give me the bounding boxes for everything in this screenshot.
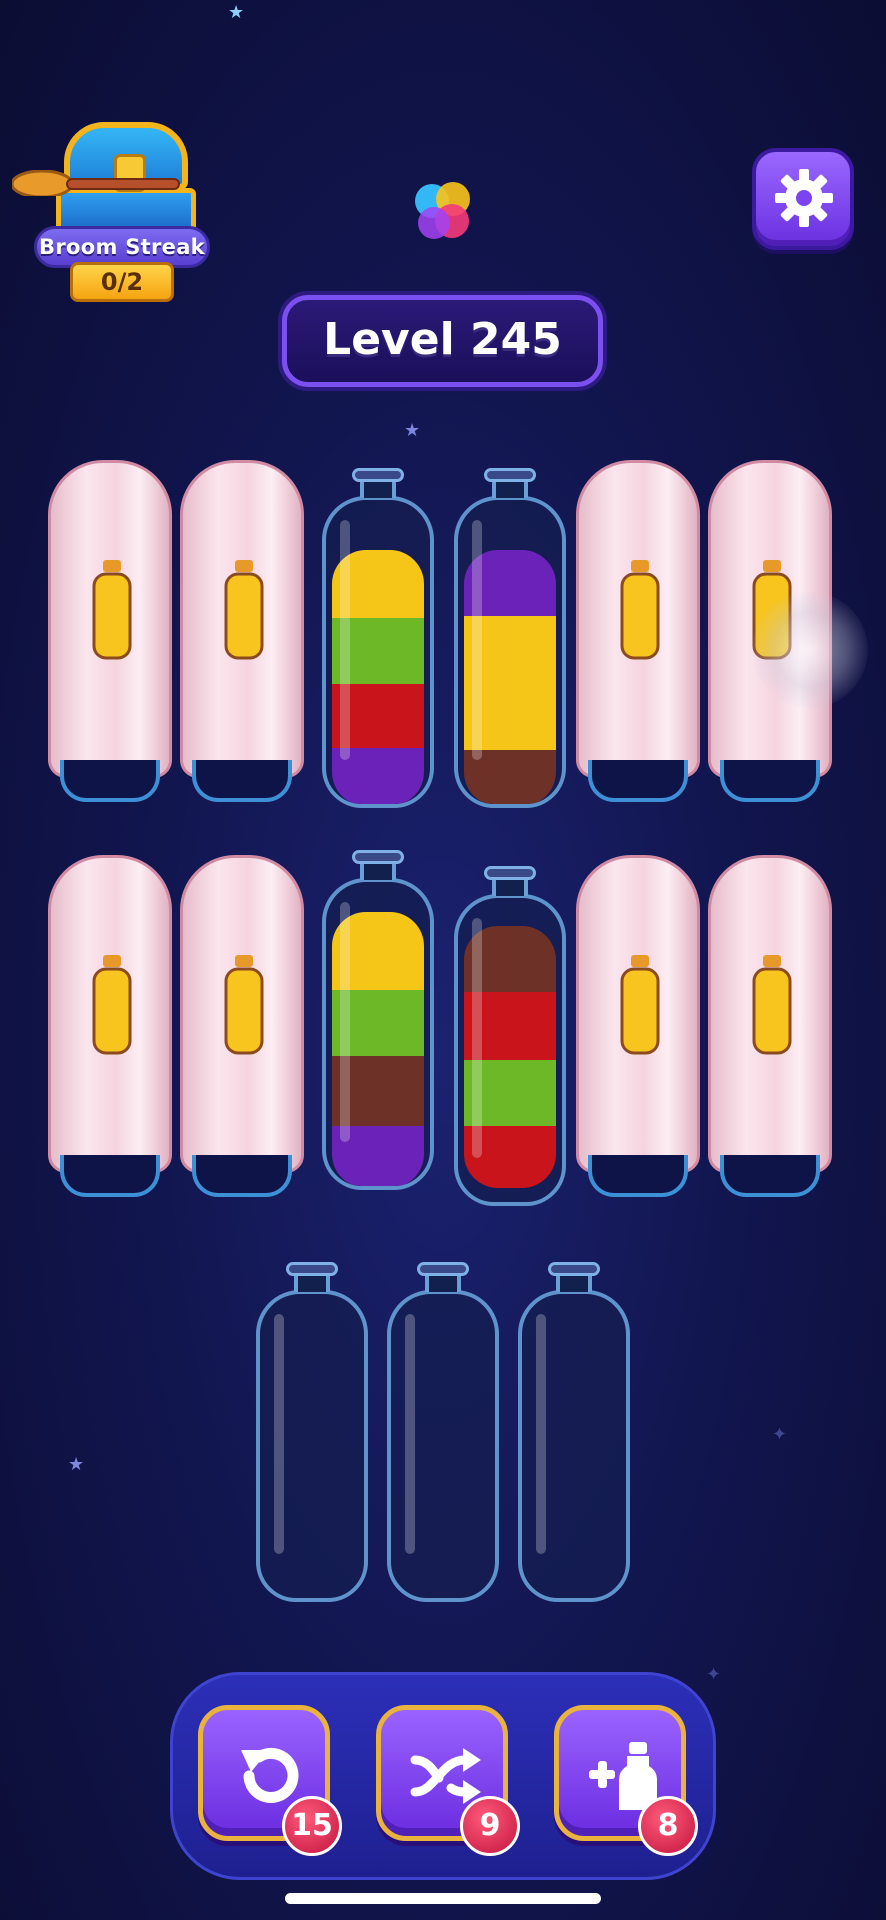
touch-indicator [752,592,868,708]
covered-bottle[interactable] [48,855,172,1200]
gear-icon [775,169,833,227]
undo-count-badge: 15 [282,1796,342,1856]
star-decoration: ★ [68,1454,85,1475]
empty-bottle[interactable] [518,1262,630,1602]
covered-bottle[interactable] [576,855,700,1200]
covered-bottle[interactable] [48,460,172,805]
potion-icon [224,955,264,1055]
covered-bottle[interactable] [576,460,700,805]
bottle-row1-3[interactable] [322,468,434,808]
star-decoration: ★ [404,420,421,441]
shuffle-count-badge: 9 [460,1796,520,1856]
potion-icon [224,560,264,660]
add-bottle-count-badge: 8 [638,1796,698,1856]
settings-button[interactable] [752,148,854,250]
potion-icon [752,955,792,1055]
star-decoration: ✦ [772,1424,788,1445]
home-indicator[interactable] [285,1893,601,1904]
broom-streak-widget[interactable]: Broom Streak 0/2 [12,118,210,303]
covered-bottle[interactable] [708,855,832,1200]
empty-bottle[interactable] [387,1262,499,1602]
bottle-row1-4[interactable] [454,468,566,808]
star-decoration: ★ [228,2,245,23]
potion-icon [92,560,132,660]
level-title: Level 245 [282,295,603,387]
bottle-row2-3[interactable] [322,850,434,1190]
potion-icon [620,560,660,660]
empty-bottle[interactable] [256,1262,368,1602]
potion-icon [92,955,132,1055]
covered-bottle[interactable] [180,460,304,805]
star-decoration: ✦ [706,1664,722,1685]
broom-icon [12,170,180,196]
game-center-icon[interactable] [410,175,476,249]
covered-bottle[interactable] [180,855,304,1200]
bottle-row2-4[interactable] [454,866,566,1206]
streak-count: 0/2 [70,262,174,302]
potion-icon [620,955,660,1055]
